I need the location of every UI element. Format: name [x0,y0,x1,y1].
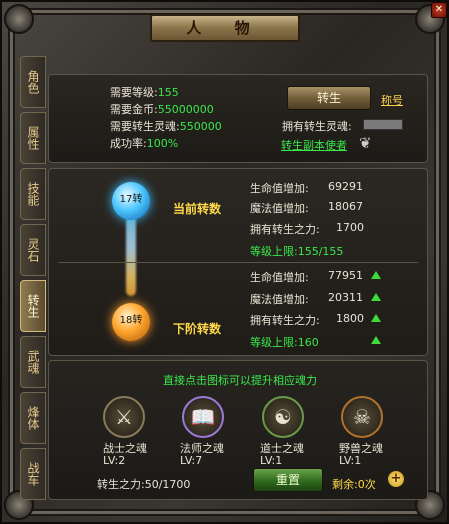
soul-value: 550000 [179,120,222,133]
current-mp-label: 魔法值增加: [250,202,309,215]
beast-soul-level: LV:1 [339,454,362,467]
mage-soul-level: LV:7 [180,454,203,467]
next-rebirth-orb: 18转 [112,303,150,341]
next-hp-value: 77951 [328,269,363,282]
plus-icon: + [390,471,402,486]
tab-skills[interactable]: 技能 [20,168,46,220]
level-label: 需要等级: [110,86,158,99]
stage-divider [58,262,418,263]
current-hp-value: 69291 [328,180,363,193]
window-title: 人 物 [150,14,300,42]
next-mp-value: 20311 [328,291,363,304]
rate-label: 成功率: [110,137,147,150]
soul-label: 需要转生灵魂: [110,120,180,133]
next-power-value: 1800 [336,312,364,325]
gold-value: 55000000 [157,103,214,116]
dungeon-link[interactable]: 转生副本使者 [281,137,347,153]
warrior-soul-level: LV:2 [103,454,126,467]
tab-chariot[interactable]: 战车 [20,448,46,500]
next-heading: 下阶转数 [173,322,222,336]
warrior-soul-icon[interactable]: ⚔ [103,396,145,438]
tab-warsoul[interactable]: 武魂 [20,336,46,388]
success-rate: 成功率:100% [110,135,178,151]
tab-attributes[interactable]: 属性 [20,112,46,164]
increase-arrow-icon [371,314,381,322]
current-power-value: 1700 [336,221,364,234]
current-hp-label: 生命值增加: [250,182,309,195]
current-power-label: 拥有转生之力: [250,223,320,236]
current-mp-value: 18067 [328,200,363,213]
next-power-label: 拥有转生之力: [250,314,320,327]
rate-value: 100% [146,137,179,150]
close-icon: ✕ [434,4,444,15]
taoist-soul-icon[interactable]: ☯ [262,396,304,438]
remaining-count: 剩余:0次 [332,478,376,491]
tab-body[interactable]: 烽体 [20,392,46,444]
title-link[interactable]: 称号 [381,92,403,108]
current-rebirth-orb: 17转 [112,182,150,220]
add-count-button[interactable]: + [388,471,404,487]
level-value: 155 [157,86,179,99]
rebirth-power-text: 转生之力:50/1700 [97,478,191,491]
corner-ornament [4,4,34,34]
owned-soul-label: 拥有转生灵魂: [282,120,352,133]
increase-arrow-icon [371,336,381,344]
rebirth-beam [126,216,136,296]
soul-requirement: 需要转生灵魂:550000 [110,118,222,134]
side-tabs: 角色 属性 技能 灵石 转生 武魂 烽体 战车 [20,56,46,504]
tab-rebirth[interactable]: 转生 [20,280,46,332]
current-heading: 当前转数 [173,202,222,216]
gold-label: 需要金币: [110,103,158,116]
level-requirement: 需要等级:155 [110,84,179,100]
mage-soul-icon[interactable]: 📖 [182,396,224,438]
tab-role[interactable]: 角色 [20,56,46,108]
current-level-cap: 等级上限:155/155 [250,245,344,258]
tab-spirit-stone[interactable]: 灵石 [20,224,46,276]
souls-hint: 直接点击图标可以提升相应魂力 [163,374,317,387]
gold-requirement: 需要金币:55000000 [110,101,214,117]
owned-soul-bar [363,119,403,130]
next-hp-label: 生命值增加: [250,271,309,284]
beast-soul-icon[interactable]: ☠ [341,396,383,438]
rebirth-button[interactable]: 转生 [287,86,371,110]
increase-arrow-icon [371,293,381,301]
close-button[interactable]: ✕ [431,2,447,18]
reset-button[interactable]: 重置 [253,468,323,492]
next-level-cap: 等级上限:160 [250,336,319,349]
next-mp-label: 魔法值增加: [250,293,309,306]
increase-arrow-icon [371,271,381,279]
wing-icon: ❦ [359,134,372,152]
taoist-soul-level: LV:1 [260,454,283,467]
